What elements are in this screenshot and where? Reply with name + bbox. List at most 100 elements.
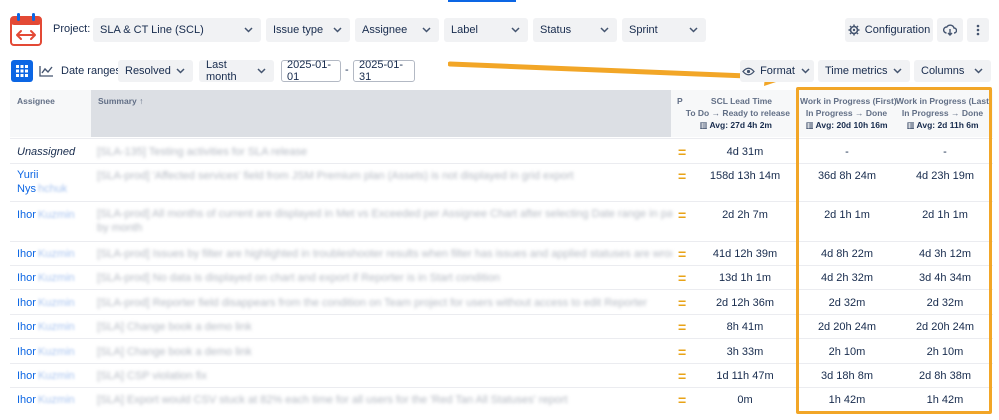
columns-label: Columns [921, 65, 965, 77]
assignee-cell[interactable]: Yurii Nys hchuk [17, 168, 67, 196]
summary-cell[interactable]: [SLA-prod] All months of current are dis… [97, 207, 672, 235]
period-select[interactable]: Last month [199, 59, 274, 83]
columns-select[interactable]: Columns [914, 60, 991, 82]
chevron-down-icon [687, 24, 699, 36]
priority-medium-icon: = [678, 368, 687, 384]
summary-column-header[interactable]: Summary ↑ [98, 96, 143, 106]
issue-type-label: Issue type [273, 24, 324, 36]
issue-type-filter[interactable]: Issue type [266, 18, 350, 42]
assignee-cell[interactable]: Ihor Kuzmin [17, 266, 75, 290]
project-value: SLA & CT Line (SCL) [100, 24, 204, 36]
more-vertical-icon [976, 24, 980, 36]
assignee-cell[interactable]: Ihor Kuzmin [17, 242, 75, 266]
active-tab-indicator [448, 0, 516, 2]
grid-icon [16, 65, 28, 77]
time-metrics-label: Time metrics [825, 65, 888, 77]
priority-medium-icon: = [678, 270, 687, 286]
status-filter[interactable]: Status [533, 18, 617, 42]
project-select[interactable]: SLA & CT Line (SCL) [93, 18, 261, 42]
chevron-down-icon [331, 24, 343, 36]
time-metrics-select[interactable]: Time metrics [818, 60, 910, 82]
summary-cell[interactable]: [SLA-135] Testing activities for SLA rel… [97, 139, 672, 164]
scl-lead-time-cell: 158d 13h 14m [709, 170, 781, 182]
summary-cell[interactable]: [SLA] CSP violation fix [97, 364, 672, 388]
highlight-box [796, 87, 992, 414]
chevron-down-icon [420, 24, 432, 36]
scl-lead-time-cell: 2d 12h 36m [715, 296, 775, 309]
priority-medium-icon: = [678, 319, 687, 335]
priority-medium-icon: = [678, 143, 687, 160]
summary-header-cell[interactable] [91, 90, 671, 137]
chevron-down-icon [598, 24, 610, 36]
eye-icon [742, 67, 755, 75]
scl-lead-time-cell: 4d 31m [726, 145, 764, 158]
label-filter[interactable]: Label [444, 18, 528, 42]
configuration-button[interactable]: Configuration [845, 18, 933, 42]
summary-cell[interactable]: [SLA-prod] 'Affected services' field fro… [97, 164, 672, 188]
summary-cell[interactable]: [SLA] Export would CSV stuck at 82% each… [97, 388, 672, 412]
assignee-filter-label: Assignee [362, 24, 408, 36]
assignee-column-header[interactable]: Assignee [17, 96, 55, 106]
priority-medium-icon: = [678, 294, 687, 311]
summary-cell[interactable]: [SLA-prod] Issues by filter are highligh… [97, 242, 672, 266]
assignee-cell[interactable]: Ihor Kuzmin [17, 339, 75, 364]
chevron-down-icon [509, 24, 521, 36]
chevron-down-icon [174, 65, 186, 77]
chevron-down-icon [800, 65, 812, 77]
scl-lead-time-cell: 2d 2h 7m [722, 209, 768, 221]
scl-lead-time-cell: 3h 33m [726, 345, 764, 358]
scl-lead-time-cell: 41d 12h 39m [712, 248, 778, 260]
project-label: Project: [53, 23, 91, 35]
more-options-button[interactable] [967, 18, 989, 42]
stopwatch-icon: ▥ [699, 120, 708, 130]
label-filter-label: Label [451, 24, 478, 36]
col1-title: SCL Lead Time [710, 96, 772, 106]
period-value: Last month [206, 59, 237, 83]
scl-lead-time-cell: 8h 41m [726, 321, 764, 333]
scl-lead-time-cell: 1d 11h 47m [716, 370, 774, 382]
assignee-filter[interactable]: Assignee [355, 18, 439, 42]
assignee-cell[interactable]: Ihor Kuzmin [17, 290, 75, 315]
summary-cell[interactable]: [SLA] Change book a demo link [97, 315, 672, 339]
assignee-cell[interactable]: Ihor Kuzmin [17, 364, 75, 388]
assignee-cell[interactable]: Ihor Kuzmin [17, 388, 75, 412]
configuration-label: Configuration [864, 24, 931, 36]
assignee-cell[interactable]: Ihor Kuzmin [17, 315, 75, 339]
gear-icon [848, 24, 860, 36]
priority-medium-icon: = [678, 246, 687, 262]
date-ranges-label: Date ranges: [61, 65, 124, 77]
date-field-select[interactable]: Resolved [118, 60, 193, 82]
scl-lead-time-cell: 0m [737, 394, 753, 406]
priority-medium-icon: = [678, 168, 687, 184]
grid-view-button[interactable] [11, 60, 33, 82]
sprint-filter[interactable]: Sprint [622, 18, 706, 42]
assignee-cell[interactable]: Ihor Kuzmin [17, 202, 75, 228]
line-chart-icon [38, 66, 53, 77]
priority-medium-icon: = [678, 207, 687, 223]
chevron-down-icon [256, 65, 267, 77]
summary-cell[interactable]: [SLA-prod] No data is displayed on chart… [97, 266, 672, 290]
status-filter-label: Status [540, 24, 572, 36]
scl-lead-time-cell: 13d 1h 1m [719, 272, 771, 284]
chevron-down-icon [891, 65, 903, 77]
date-to-input[interactable]: 2025-01-31 [353, 59, 415, 83]
assignee-cell: Unassigned [17, 145, 76, 158]
scl-lead-time-header[interactable]: SCL Lead Time To Do → Ready to release ▥… [680, 95, 790, 131]
sprint-filter-label: Sprint [629, 24, 658, 36]
chevron-down-icon [242, 24, 254, 36]
col1-transition: To Do → Ready to release [685, 108, 790, 118]
summary-cell[interactable]: [SLA] Change book a demo link [97, 339, 672, 364]
format-label: Format [760, 65, 795, 77]
cloud-download-icon [943, 24, 957, 36]
date-from-input[interactable]: 2025-01-01 [281, 59, 341, 83]
format-button[interactable]: Format [740, 60, 814, 82]
export-button[interactable] [937, 18, 963, 42]
app-logo-icon [10, 13, 42, 46]
date-field-value: Resolved [125, 65, 171, 77]
date-separator: - [345, 64, 349, 76]
chevron-down-icon [972, 65, 984, 77]
chart-view-button[interactable] [36, 60, 56, 82]
priority-medium-icon: = [678, 343, 687, 360]
priority-medium-icon: = [678, 392, 687, 408]
summary-cell[interactable]: [SLA-prod] Reporter field disappears fro… [97, 290, 672, 315]
